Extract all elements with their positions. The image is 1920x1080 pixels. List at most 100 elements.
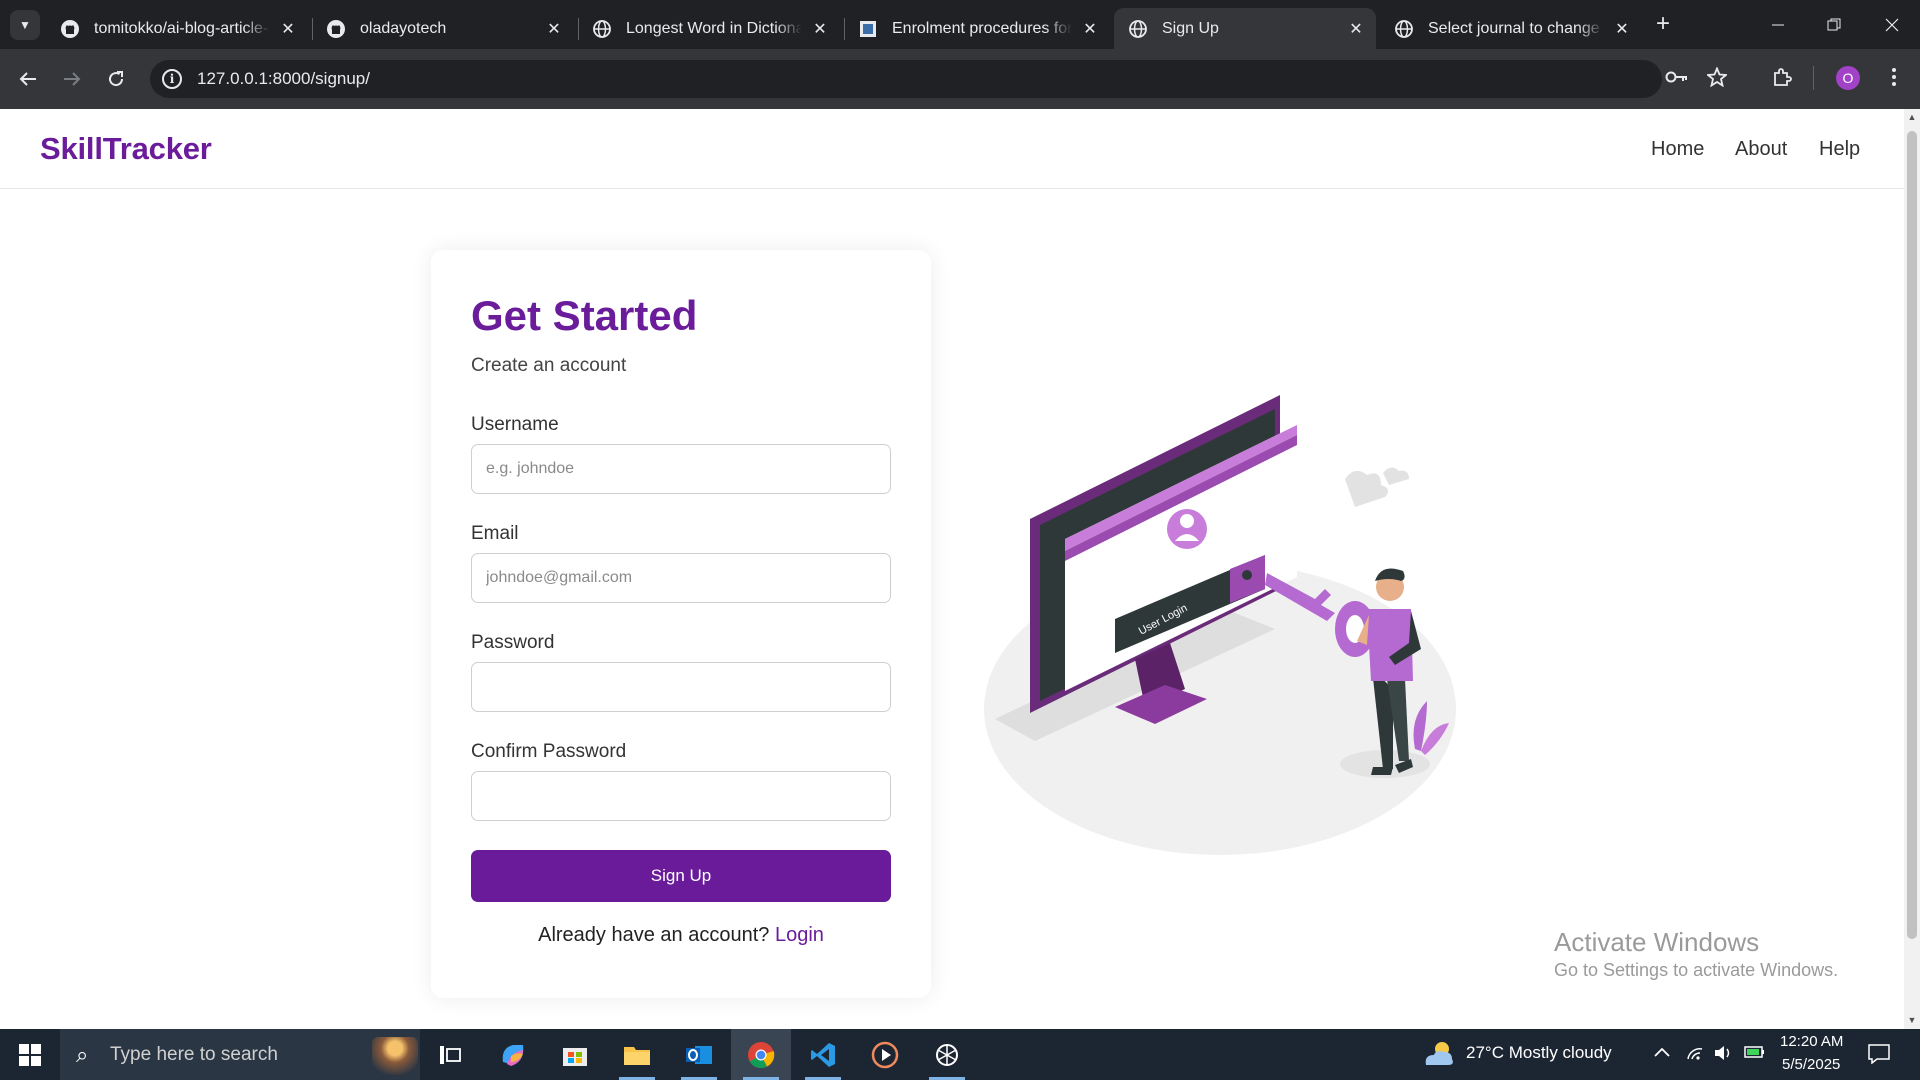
copilot-app[interactable] [483,1029,543,1080]
password-key-icon[interactable] [1665,66,1687,88]
login-prompt-text: Already have an account? [538,924,770,946]
chatgpt-icon [936,1043,958,1066]
close-tab-icon[interactable]: ✕ [276,17,300,41]
search-highlight-image [372,1037,418,1075]
back-arrow-icon [19,72,36,86]
doc-favicon-icon [860,20,876,37]
close-tab-icon[interactable]: ✕ [542,17,566,41]
extensions-icon[interactable] [1768,63,1796,91]
vscode-app[interactable] [793,1029,853,1080]
tab-title: Enrolment procedures for University [892,19,1072,37]
minimize-button[interactable] [1750,0,1806,49]
email-input[interactable] [471,553,891,603]
close-tab-icon[interactable]: ✕ [1610,17,1634,41]
restore-button[interactable] [1806,0,1862,49]
minimize-icon [1772,24,1784,25]
tab-title: oladayotech [360,19,447,37]
task-view-icon [440,1045,461,1064]
reload-button[interactable] [100,63,132,95]
scroll-up-arrow-icon[interactable]: ▲ [1907,112,1917,122]
close-tab-icon[interactable]: ✕ [1078,17,1102,41]
brand-logo[interactable]: SkillTracker [40,131,212,167]
tab-sign-up[interactable]: Sign Up ✕ [1114,8,1376,49]
tab-select-journal[interactable]: Select journal to change | Django ✕ [1380,8,1642,49]
tab-longest-word[interactable]: Longest Word in Dictionary ✕ [578,8,840,49]
scrollbar-thumb[interactable] [1907,131,1917,939]
globe-icon [1129,19,1147,38]
microsoft-store-app[interactable] [545,1029,605,1080]
copilot-icon [502,1044,524,1066]
store-icon [563,1047,587,1066]
username-label: Username [471,414,559,435]
address-bar[interactable]: i 127.0.0.1:8000/signup/ [150,60,1662,98]
password-label: Password [471,632,555,653]
login-link[interactable]: Login [775,924,824,946]
url-text[interactable]: 127.0.0.1:8000/signup/ [197,69,370,89]
sign-up-button[interactable]: Sign Up [471,850,891,902]
folder-icon [624,1046,650,1065]
new-tab-button[interactable]: + [1650,12,1676,38]
media-player-app[interactable] [855,1029,915,1080]
tab-title: Sign Up [1162,19,1219,37]
close-icon [1885,18,1899,31]
weather-text[interactable]: 27°C Mostly cloudy [1466,1043,1612,1063]
nav-link-help[interactable]: Help [1819,138,1860,161]
menu-kebab-icon[interactable] [1880,63,1908,91]
tray-chevron-up-icon[interactable] [1654,1045,1670,1063]
page-scrollbar[interactable]: ▲ ▼ [1904,109,1920,1029]
outlook-app[interactable] [669,1029,729,1080]
vscode-icon [811,1042,835,1067]
weather-cloud-sun-icon[interactable] [1422,1039,1456,1069]
chrome-icon [748,1041,775,1068]
battery-icon[interactable] [1744,1045,1766,1064]
close-tab-icon[interactable]: ✕ [1344,17,1368,41]
github-icon [61,19,79,38]
search-icon: ⌕ [76,1042,89,1067]
activate-windows-title: Activate Windows [1554,927,1760,957]
outlook-icon [686,1045,712,1064]
globe-icon [593,19,611,38]
password-input[interactable] [471,662,891,712]
login-illustration: User Login [984,395,1456,855]
scroll-down-arrow-icon[interactable]: ▼ [1907,1015,1917,1025]
login-prompt: Already have an account? Login [431,924,931,947]
nav-link-home[interactable]: Home [1651,138,1704,161]
volume-icon[interactable] [1714,1045,1734,1066]
tab-title: tomitokko/ai-blog-article-generator [94,19,270,37]
browser-toolbar: i 127.0.0.1:8000/signup/ [0,49,1920,109]
tab-enrolment[interactable]: Enrolment procedures for University ✕ [844,8,1110,49]
bookmark-star-icon[interactable] [1706,66,1728,88]
media-player-icon [871,1041,899,1068]
tab-github-oladayotech[interactable]: oladayotech ✕ [312,8,574,49]
profile-avatar[interactable]: O [1836,66,1860,90]
page-title: Get Started [471,292,698,339]
confirm-password-input[interactable] [471,771,891,821]
back-button[interactable] [12,63,44,95]
username-input[interactable] [471,444,891,494]
start-button[interactable] [0,1029,60,1080]
close-tab-icon[interactable]: ✕ [808,17,832,41]
taskbar-search[interactable]: ⌕ Type here to search [60,1029,420,1080]
tab-title: Longest Word in Dictionary [626,19,802,37]
close-window-button[interactable] [1864,0,1920,49]
page-subtitle: Create an account [471,355,627,376]
tab-github-ai-blog[interactable]: tomitokko/ai-blog-article-generator ✕ [46,8,308,49]
tab-strip: ▼ tomitokko/ai-blog-article-generator ✕ … [0,0,1920,49]
nav-link-about[interactable]: About [1735,138,1787,161]
site-navbar: SkillTracker Home About Help [0,109,1904,189]
toolbar-divider [1813,66,1814,90]
forward-button[interactable] [56,63,88,95]
tab-search-button[interactable]: ▼ [10,10,40,40]
network-icon[interactable] [1686,1045,1704,1066]
site-info-icon[interactable]: i [162,69,182,89]
globe-icon [1395,19,1413,38]
clock-date[interactable]: 5/5/2025 [1782,1056,1840,1073]
file-explorer-app[interactable] [607,1029,667,1080]
clock-time[interactable]: 12:20 AM [1780,1033,1843,1050]
github-icon [327,19,345,38]
notification-center-icon[interactable] [1868,1044,1890,1069]
task-view-button[interactable] [420,1029,480,1080]
chrome-app[interactable] [731,1029,791,1080]
chatgpt-app[interactable] [917,1029,977,1080]
tab-title: Select journal to change | Django [1428,19,1604,37]
